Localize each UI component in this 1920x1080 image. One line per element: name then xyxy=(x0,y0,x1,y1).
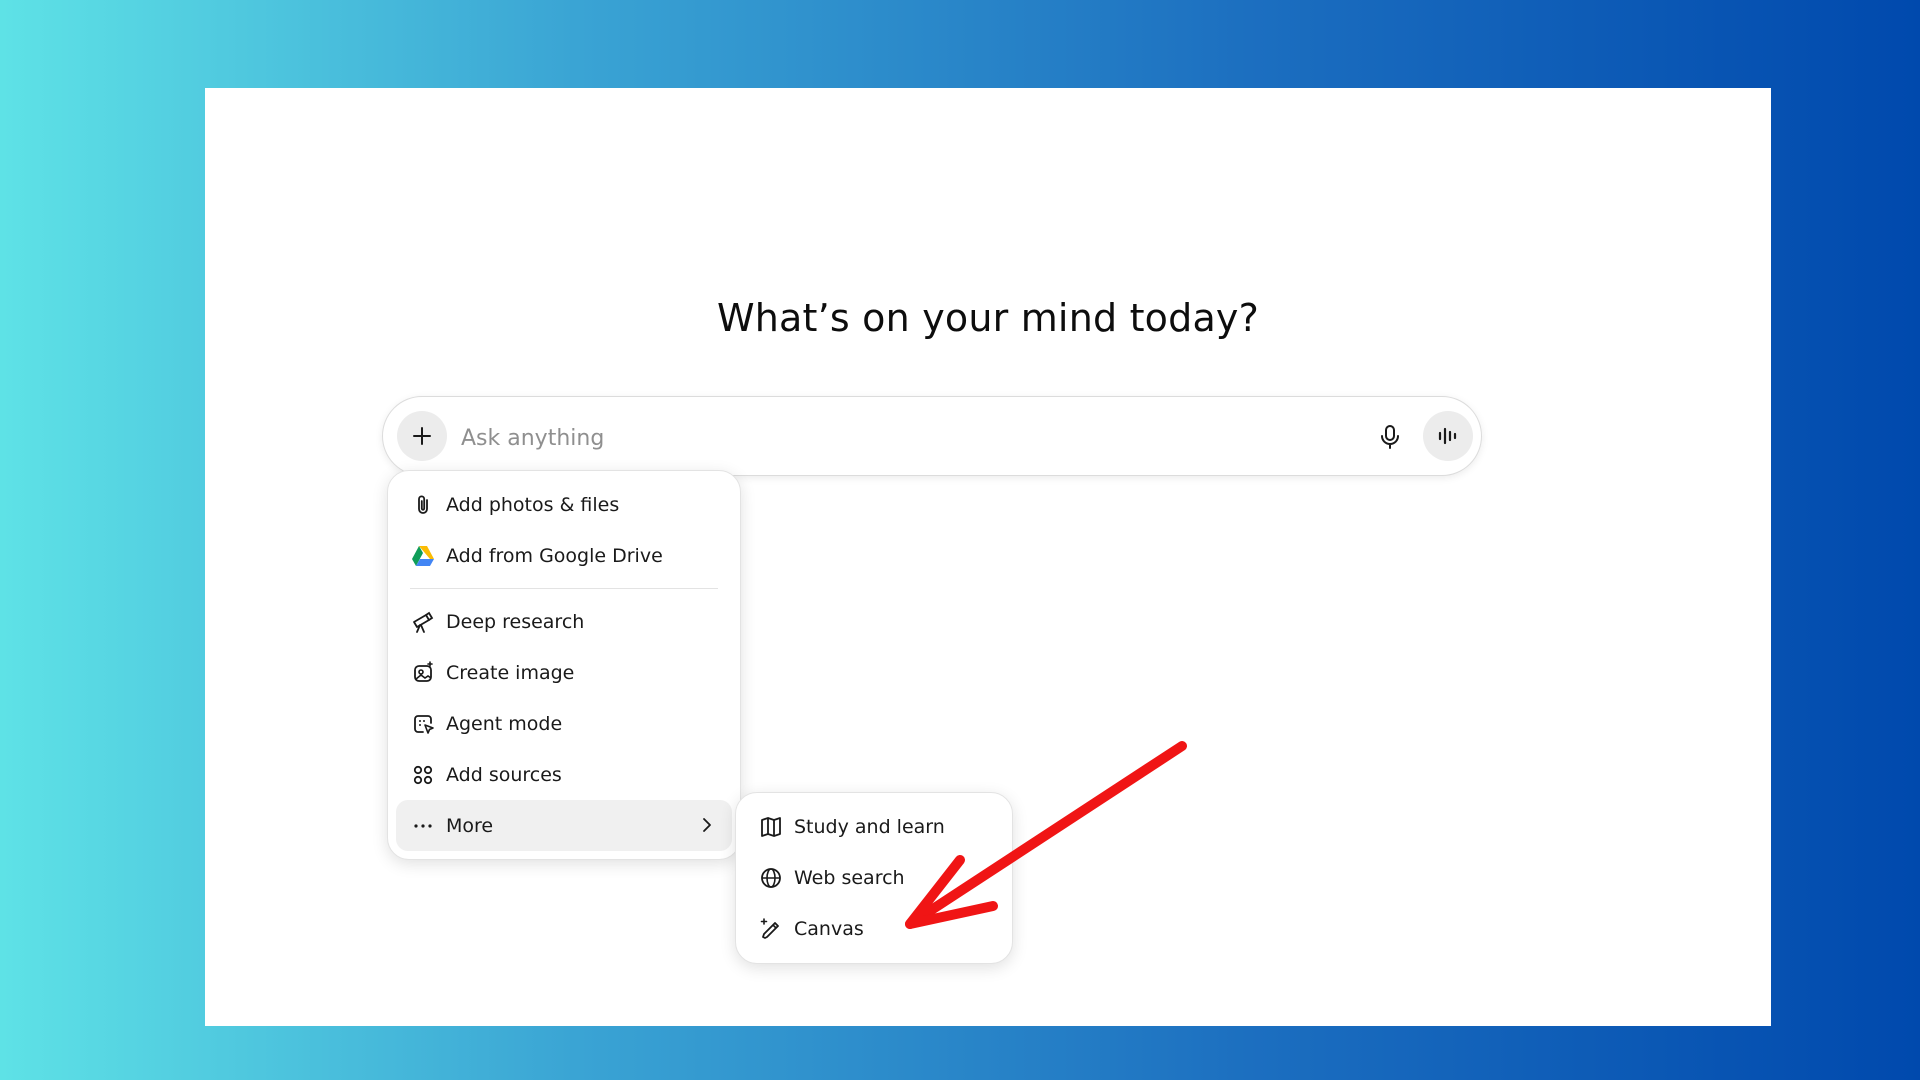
prompt-input[interactable] xyxy=(459,417,1323,459)
paperclip-icon xyxy=(410,492,436,518)
menu-item-label: Add from Google Drive xyxy=(446,544,663,567)
page-title: What’s on your mind today? xyxy=(716,296,1259,340)
submenu-item-study-and-learn[interactable]: Study and learn xyxy=(744,801,1004,852)
chat-window: What’s on your mind today? Ask anything … xyxy=(205,88,1771,1026)
submenu-item-web-search[interactable]: Web search xyxy=(744,852,1004,903)
chevron-right-icon xyxy=(703,818,711,832)
menu-item-deep-research[interactable]: Deep research xyxy=(396,596,732,647)
menu-item-add-photos-files[interactable]: Add photos & files xyxy=(396,479,732,530)
menu-divider xyxy=(410,588,718,589)
voice-mode-button[interactable] xyxy=(1423,411,1473,461)
pencil-sparkle-icon xyxy=(758,916,784,942)
image-sparkle-icon xyxy=(410,660,436,686)
submenu-item-label: Study and learn xyxy=(794,815,945,838)
more-submenu: Study and learn Web search Canvas xyxy=(735,792,1013,964)
menu-item-label: Add sources xyxy=(446,763,562,786)
menu-item-label: Create image xyxy=(446,661,575,684)
menu-item-label: Agent mode xyxy=(446,712,563,735)
menu-item-add-google-drive[interactable]: Add from Google Drive xyxy=(396,530,732,581)
globe-icon xyxy=(758,865,784,891)
submenu-item-label: Web search xyxy=(794,866,905,889)
menu-item-label: More xyxy=(446,814,494,837)
submenu-item-label: Canvas xyxy=(794,917,864,940)
menu-item-label: Deep research xyxy=(446,610,585,633)
add-attachment-button[interactable] xyxy=(397,411,447,461)
menu-item-label: Add photos & files xyxy=(446,493,620,516)
book-icon xyxy=(758,814,784,840)
microphone-icon xyxy=(1381,425,1399,449)
attachment-menu: Add photos & files Add from Google Drive xyxy=(387,470,741,860)
menu-item-agent-mode[interactable]: Agent mode xyxy=(396,698,732,749)
submenu-item-canvas[interactable]: Canvas xyxy=(744,903,1004,954)
menu-item-create-image[interactable]: Create image xyxy=(396,647,732,698)
sources-grid-icon xyxy=(410,762,436,788)
agent-cursor-icon xyxy=(410,711,436,737)
more-dots-icon xyxy=(410,813,436,839)
menu-item-add-sources[interactable]: Add sources xyxy=(396,749,732,800)
menu-item-more[interactable]: More xyxy=(396,800,732,851)
composer xyxy=(382,396,1482,476)
plus-icon xyxy=(413,427,431,445)
telescope-icon xyxy=(410,609,436,635)
waveform-icon xyxy=(1438,427,1457,445)
dictate-button[interactable] xyxy=(1368,415,1412,459)
google-drive-icon xyxy=(410,543,436,569)
